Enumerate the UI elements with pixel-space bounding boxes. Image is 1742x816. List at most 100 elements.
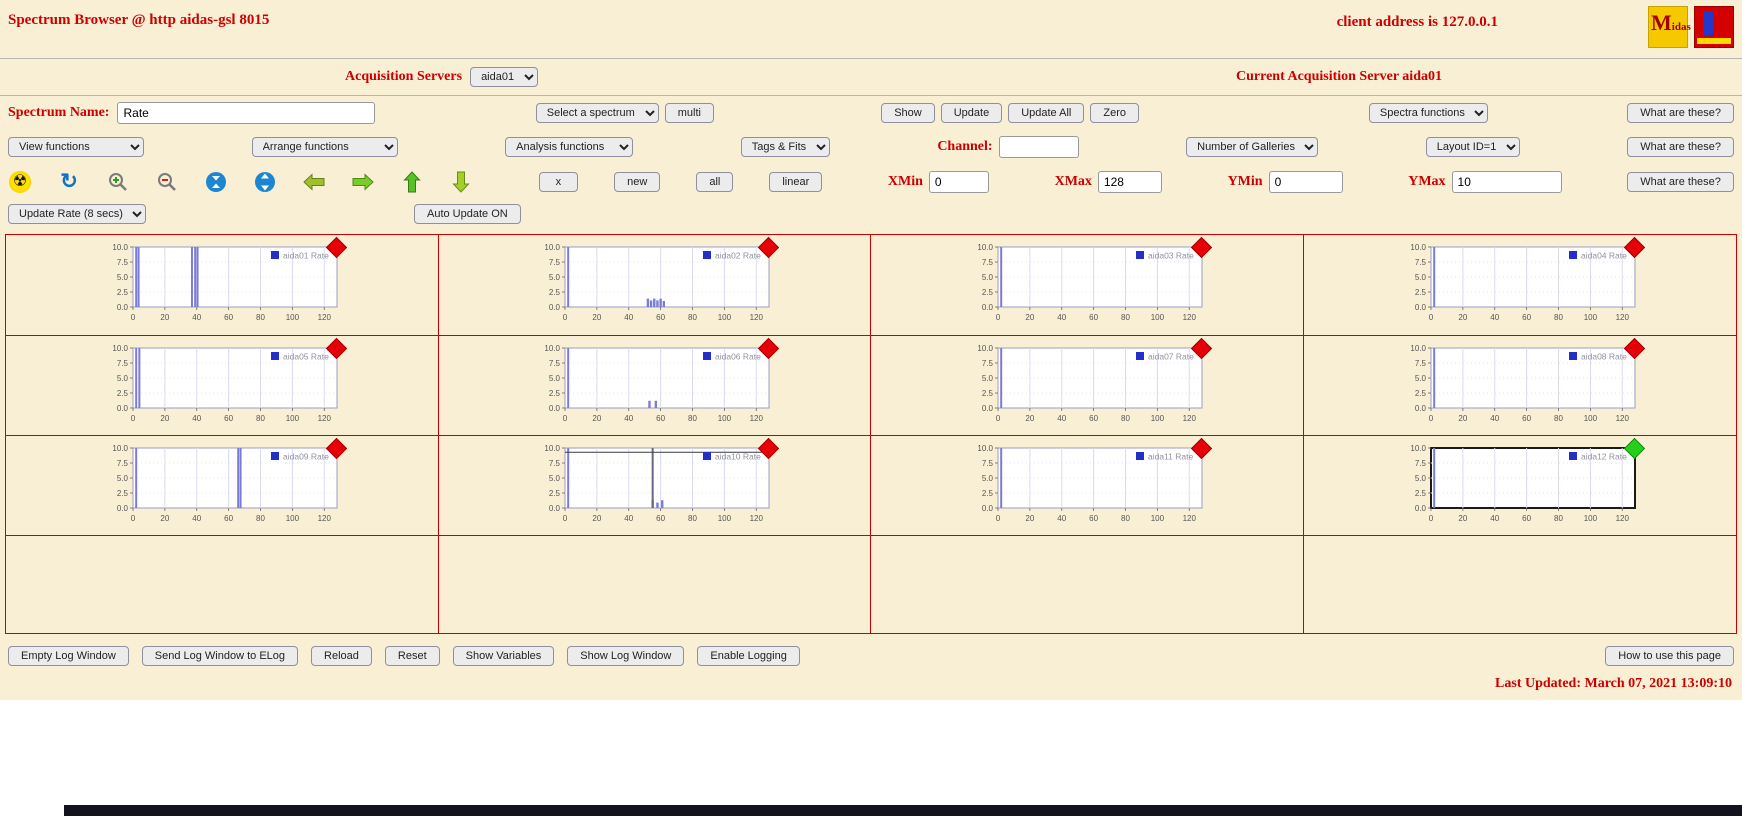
gallery-cell[interactable]: 0204060801001200.02.55.07.510.0aida05 Ra…: [6, 336, 439, 436]
gallery-cell[interactable]: 0204060801001200.02.55.07.510.0aida09 Ra…: [6, 436, 439, 536]
spectrum-name-input[interactable]: [117, 102, 375, 124]
arrow-down-icon[interactable]: [449, 170, 473, 194]
svg-text:0: 0: [1429, 414, 1434, 423]
spectrum-plot[interactable]: 0204060801001200.02.55.07.510.0aida03 Ra…: [964, 241, 1210, 329]
spectrum-plot[interactable]: 0204060801001200.02.55.07.510.0aida01 Ra…: [99, 241, 345, 329]
spectrum-chart[interactable]: 0204060801001200.02.55.07.510.0aida10 Ra…: [531, 442, 777, 530]
layout-id-dropdown[interactable]: Layout ID=1: [1426, 137, 1520, 157]
gallery-cell-empty[interactable]: [1304, 536, 1737, 633]
svg-text:20: 20: [160, 514, 169, 523]
analysis-functions-dropdown[interactable]: Analysis functions: [505, 137, 633, 157]
number-of-galleries-dropdown[interactable]: Number of Galleries: [1186, 137, 1318, 157]
tags-fits-dropdown[interactable]: Tags & Fits: [741, 137, 830, 157]
spectrum-chart[interactable]: 0204060801001200.02.55.07.510.0aida09 Ra…: [99, 442, 345, 530]
ymax-input[interactable]: [1452, 171, 1562, 193]
spectrum-plot[interactable]: 0204060801001200.02.55.07.510.0aida11 Ra…: [964, 442, 1210, 530]
spectrum-plot[interactable]: 0204060801001200.02.55.07.510.0aida07 Ra…: [964, 342, 1210, 430]
ymin-input[interactable]: [1269, 171, 1343, 193]
x-button[interactable]: x: [539, 172, 579, 192]
compress-vertical-icon[interactable]: [204, 170, 228, 194]
spectrum-plot[interactable]: 0204060801001200.02.55.07.510.0aida06 Ra…: [531, 342, 777, 430]
footer-button-reset[interactable]: Reset: [385, 646, 440, 666]
show-button[interactable]: Show: [881, 103, 935, 123]
gallery-cell[interactable]: 0204060801001200.02.55.07.510.0aida07 Ra…: [871, 336, 1304, 436]
gallery-cell[interactable]: 0204060801001200.02.55.07.510.0aida11 Ra…: [871, 436, 1304, 536]
update-rate-dropdown[interactable]: Update Rate (8 secs): [8, 204, 146, 224]
gallery-cell[interactable]: 0204060801001200.02.55.07.510.0aida06 Ra…: [439, 336, 872, 436]
svg-text:10.0: 10.0: [1410, 344, 1426, 353]
spectrum-chart[interactable]: 0204060801001200.02.55.07.510.0aida07 Ra…: [964, 342, 1210, 430]
channel-input[interactable]: [999, 136, 1079, 158]
spectrum-plot[interactable]: 0204060801001200.02.55.07.510.0aida09 Ra…: [99, 442, 345, 530]
gallery-cell[interactable]: 0204060801001200.02.55.07.510.0aida12 Ra…: [1304, 436, 1737, 536]
spectrum-plot[interactable]: 0204060801001200.02.55.07.510.0aida04 Ra…: [1397, 241, 1643, 329]
zero-button[interactable]: Zero: [1090, 103, 1139, 123]
svg-text:100: 100: [1583, 514, 1597, 523]
svg-text:120: 120: [1182, 313, 1196, 322]
spectrum-plot[interactable]: 0204060801001200.02.55.07.510.0aida05 Ra…: [99, 342, 345, 430]
gallery-cell-empty[interactable]: [439, 536, 872, 633]
svg-text:10.0: 10.0: [545, 243, 561, 252]
view-functions-dropdown[interactable]: View functions: [8, 137, 144, 157]
select-spectrum-dropdown[interactable]: Select a spectrum: [536, 103, 659, 123]
spectrum-plot[interactable]: 0204060801001200.02.55.07.510.0aida10 Ra…: [531, 442, 777, 530]
footer-button-show-variables[interactable]: Show Variables: [453, 646, 555, 666]
refresh-icon[interactable]: ↻: [57, 170, 81, 194]
svg-text:10.0: 10.0: [112, 243, 128, 252]
arrow-left-icon[interactable]: [302, 170, 326, 194]
all-button[interactable]: all: [696, 172, 733, 192]
spectrum-chart[interactable]: 0204060801001200.02.55.07.510.0aida01 Ra…: [99, 241, 345, 329]
what-are-these-button-2[interactable]: What are these?: [1627, 137, 1734, 157]
linear-button[interactable]: linear: [769, 172, 822, 192]
new-button[interactable]: new: [614, 172, 660, 192]
spectrum-chart[interactable]: 0204060801001200.02.55.07.510.0aida12 Ra…: [1397, 442, 1643, 530]
gallery-cell[interactable]: 0204060801001200.02.55.07.510.0aida10 Ra…: [439, 436, 872, 536]
controls-row: ☢ ↻: [0, 164, 1742, 200]
footer-button-reload[interactable]: Reload: [311, 646, 372, 666]
auto-update-button[interactable]: Auto Update ON: [414, 204, 521, 224]
arrow-up-icon[interactable]: [400, 170, 424, 194]
xmin-input[interactable]: [929, 171, 989, 193]
gallery-cell[interactable]: 0204060801001200.02.55.07.510.0aida01 Ra…: [6, 235, 439, 336]
arrow-right-icon[interactable]: [351, 170, 375, 194]
radiation-icon[interactable]: ☢: [8, 170, 32, 194]
spectrum-chart[interactable]: 0204060801001200.02.55.07.510.0aida06 Ra…: [531, 342, 777, 430]
spectra-functions-dropdown[interactable]: Spectra functions: [1369, 103, 1488, 123]
svg-text:2.5: 2.5: [549, 489, 561, 498]
footer-button-send-log-window-to-elog[interactable]: Send Log Window to ELog: [142, 646, 298, 666]
spectrum-plot[interactable]: 0204060801001200.02.55.07.510.0aida02 Ra…: [531, 241, 777, 329]
what-are-these-button-1[interactable]: What are these?: [1627, 103, 1734, 123]
footer-button-show-log-window[interactable]: Show Log Window: [567, 646, 684, 666]
spectrum-chart[interactable]: 0204060801001200.02.55.07.510.0aida08 Ra…: [1397, 342, 1643, 430]
spectrum-chart[interactable]: 0204060801001200.02.55.07.510.0aida11 Ra…: [964, 442, 1210, 530]
footer-button-enable-logging[interactable]: Enable Logging: [697, 646, 799, 666]
svg-text:aida01 Rate: aida01 Rate: [283, 251, 329, 261]
spectrum-chart[interactable]: 0204060801001200.02.55.07.510.0aida05 Ra…: [99, 342, 345, 430]
multi-button[interactable]: multi: [665, 103, 714, 123]
svg-text:80: 80: [1121, 313, 1130, 322]
expand-vertical-icon[interactable]: [253, 170, 277, 194]
spectrum-plot[interactable]: 0204060801001200.02.55.07.510.0aida08 Ra…: [1397, 342, 1643, 430]
xmax-input[interactable]: [1098, 171, 1162, 193]
svg-text:2.5: 2.5: [982, 288, 994, 297]
footer-button-empty-log-window[interactable]: Empty Log Window: [8, 646, 129, 666]
how-to-use-button[interactable]: How to use this page: [1605, 646, 1734, 666]
gallery-cell-empty[interactable]: [871, 536, 1304, 633]
acquisition-server-select[interactable]: aida01: [470, 67, 538, 87]
gallery-cell[interactable]: 0204060801001200.02.55.07.510.0aida03 Ra…: [871, 235, 1304, 336]
spectrum-chart[interactable]: 0204060801001200.02.55.07.510.0aida04 Ra…: [1397, 241, 1643, 329]
update-all-button[interactable]: Update All: [1008, 103, 1084, 123]
gallery-cell[interactable]: 0204060801001200.02.55.07.510.0aida08 Ra…: [1304, 336, 1737, 436]
arrange-functions-dropdown[interactable]: Arrange functions: [252, 137, 398, 157]
spectrum-plot[interactable]: 0204060801001200.02.55.07.510.0aida12 Ra…: [1397, 442, 1643, 530]
zoom-out-icon[interactable]: [155, 170, 179, 194]
gallery-cell[interactable]: 0204060801001200.02.55.07.510.0aida02 Ra…: [439, 235, 872, 336]
gallery-cell[interactable]: 0204060801001200.02.55.07.510.0aida04 Ra…: [1304, 235, 1737, 336]
update-button[interactable]: Update: [941, 103, 1002, 123]
spectrum-chart[interactable]: 0204060801001200.02.55.07.510.0aida02 Ra…: [531, 241, 777, 329]
gallery-cell-empty[interactable]: [6, 536, 439, 633]
what-are-these-button-3[interactable]: What are these?: [1627, 172, 1734, 192]
zoom-in-icon[interactable]: [106, 170, 130, 194]
svg-text:7.5: 7.5: [117, 459, 129, 468]
spectrum-chart[interactable]: 0204060801001200.02.55.07.510.0aida03 Ra…: [964, 241, 1210, 329]
